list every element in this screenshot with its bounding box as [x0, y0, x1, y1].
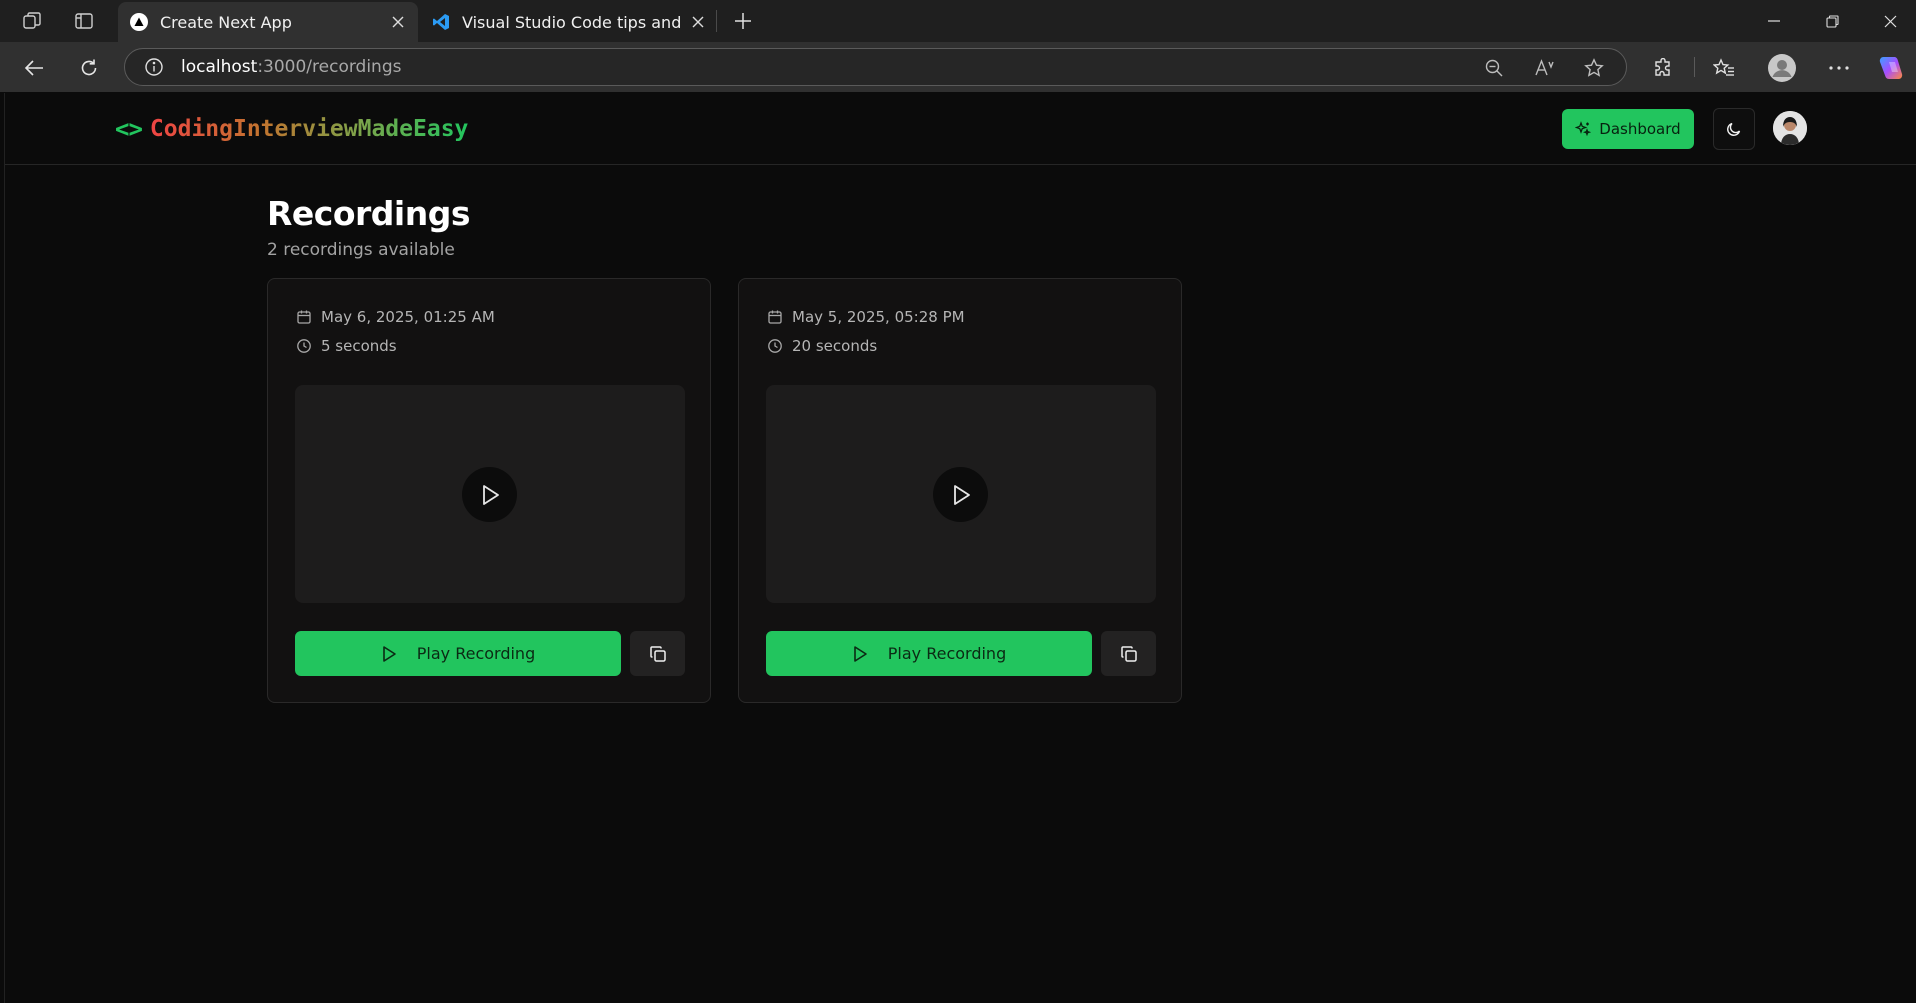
sparkles-icon — [1575, 121, 1592, 137]
recording-duration: 5 seconds — [296, 337, 397, 355]
date-text: May 6, 2025, 01:25 AM — [321, 308, 495, 326]
logo-text: CodingInterviewMadeEasy — [149, 116, 469, 142]
tab-title: Create Next App — [160, 12, 292, 32]
extensions-icon[interactable] — [1646, 51, 1680, 85]
play-icon — [381, 645, 399, 663]
address-bar[interactable]: localhost:3000/recordings — [124, 48, 1627, 86]
clock-icon — [296, 338, 312, 354]
recording-date: May 5, 2025, 05:28 PM — [767, 308, 965, 326]
dashboard-button[interactable]: Dashboard — [1562, 109, 1694, 149]
favorite-star-icon[interactable] — [1583, 57, 1605, 79]
play-recording-label: Play Recording — [887, 644, 1007, 663]
recording-duration: 20 seconds — [767, 337, 877, 355]
play-recording-button[interactable]: Play Recording — [766, 631, 1092, 676]
play-icon — [852, 645, 870, 663]
tab-vscode-tips[interactable]: Visual Studio Code tips and tricks — [420, 2, 718, 42]
calendar-icon — [767, 309, 783, 325]
refresh-icon[interactable] — [72, 51, 106, 85]
vscode-favicon-icon — [432, 13, 450, 31]
new-tab-icon[interactable] — [731, 9, 755, 33]
copy-icon — [649, 645, 667, 663]
tab-create-next-app[interactable]: Create Next App — [118, 2, 418, 42]
video-preview[interactable] — [766, 385, 1156, 603]
user-avatar[interactable] — [1773, 111, 1807, 145]
browser-titlebar: Create Next App Visual Studio Code tips … — [0, 0, 1916, 42]
recording-card: May 6, 2025, 01:25 AM 5 seconds Play Rec… — [267, 278, 711, 703]
browser-navbar: localhost:3000/recordings — [0, 42, 1916, 92]
copilot-icon[interactable] — [1874, 51, 1908, 85]
minimize-icon[interactable] — [1746, 6, 1802, 36]
vertical-tabs-icon[interactable] — [72, 9, 96, 33]
close-tab-icon[interactable] — [686, 10, 710, 34]
clock-icon — [767, 338, 783, 354]
more-options-icon[interactable] — [1822, 51, 1856, 85]
url-host: localhost — [181, 57, 258, 77]
calendar-icon — [296, 309, 312, 325]
play-recording-label: Play Recording — [416, 644, 536, 663]
workspaces-icon[interactable] — [20, 9, 44, 33]
close-window-icon[interactable] — [1862, 6, 1916, 36]
code-brackets-icon: <> — [115, 115, 143, 143]
back-icon[interactable] — [17, 51, 51, 85]
recording-card: May 5, 2025, 05:28 PM 20 seconds Play Re… — [738, 278, 1182, 703]
favorites-icon[interactable] — [1707, 51, 1741, 85]
page-content: <> CodingInterviewMadeEasy Dashboard Rec… — [4, 93, 1916, 1003]
play-overlay-icon[interactable] — [462, 467, 517, 522]
tab-title: Visual Studio Code tips and tricks — [462, 12, 686, 32]
close-tab-icon[interactable] — [386, 10, 410, 34]
app-logo[interactable]: <> CodingInterviewMadeEasy — [115, 113, 468, 145]
url-path: :3000/recordings — [257, 57, 402, 77]
theme-toggle-button[interactable] — [1713, 108, 1755, 150]
recordings-count: 2 recordings available — [267, 240, 455, 260]
toolbar-divider — [1694, 57, 1695, 77]
app-header: <> CodingInterviewMadeEasy Dashboard — [5, 93, 1916, 165]
dashboard-label: Dashboard — [1599, 120, 1681, 138]
moon-icon — [1726, 121, 1742, 137]
nextjs-favicon-icon — [130, 13, 148, 31]
copy-link-button[interactable] — [630, 631, 685, 676]
page-title: Recordings — [267, 194, 471, 233]
url-text: localhost:3000/recordings — [181, 57, 401, 77]
tab-divider — [716, 10, 717, 32]
zoom-out-icon[interactable] — [1483, 57, 1505, 79]
copy-icon — [1120, 645, 1138, 663]
copy-link-button[interactable] — [1101, 631, 1156, 676]
date-text: May 5, 2025, 05:28 PM — [792, 308, 965, 326]
duration-text: 5 seconds — [321, 337, 397, 355]
video-preview[interactable] — [295, 385, 685, 603]
profile-icon[interactable] — [1765, 51, 1799, 85]
site-info-icon[interactable] — [143, 56, 165, 78]
duration-text: 20 seconds — [792, 337, 878, 355]
restore-icon[interactable] — [1804, 6, 1860, 36]
play-overlay-icon[interactable] — [933, 467, 988, 522]
play-recording-button[interactable]: Play Recording — [295, 631, 621, 676]
recording-date: May 6, 2025, 01:25 AM — [296, 308, 495, 326]
read-aloud-icon[interactable] — [1534, 57, 1556, 79]
